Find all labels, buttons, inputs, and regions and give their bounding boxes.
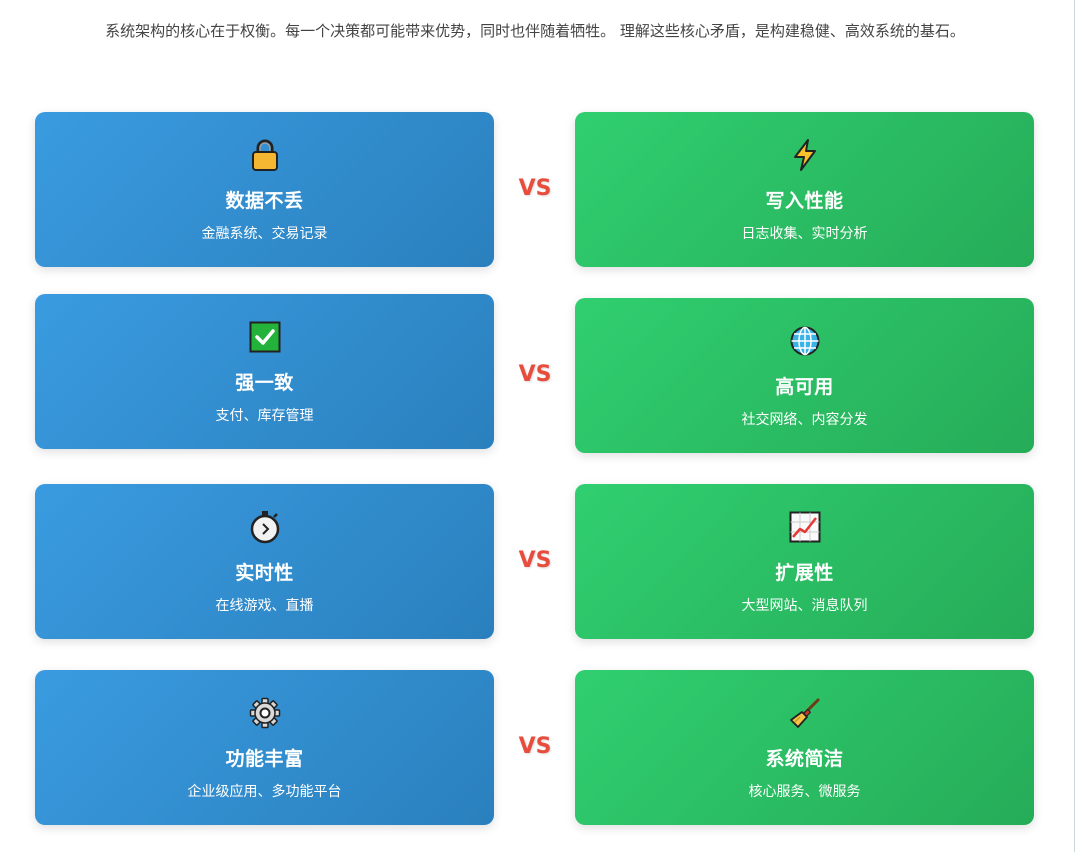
card-subtitle: 社交网络、内容分发 — [741, 412, 868, 428]
vs-label: VS — [518, 362, 552, 387]
vs-label: VS — [518, 734, 552, 759]
card-title: 实时性 — [235, 562, 294, 584]
tradeoff-card-scalability: 扩展性 大型网站、消息队列 — [575, 484, 1034, 639]
tradeoff-card-high-availability: 高可用 社交网络、内容分发 — [575, 298, 1034, 453]
card-subtitle: 日志收集、实时分析 — [741, 226, 868, 242]
tradeoff-card-write-performance: 写入性能 日志收集、实时分析 — [575, 112, 1034, 267]
tradeoff-card-feature-rich: 功能丰富 企业级应用、多功能平台 — [35, 670, 494, 825]
card-subtitle: 金融系统、交易记录 — [201, 226, 328, 242]
chart-increasing-icon — [575, 510, 1034, 544]
card-subtitle: 在线游戏、直播 — [215, 598, 314, 614]
globe-icon — [575, 324, 1034, 358]
card-subtitle: 企业级应用、多功能平台 — [187, 784, 342, 800]
card-title: 强一致 — [235, 372, 294, 394]
vs-label: VS — [518, 548, 552, 573]
stopwatch-icon — [35, 510, 494, 544]
intro-text: 系统架构的核心在于权衡。每一个决策都可能带来优势，同时也伴随着牺牲。 理解这些核… — [105, 22, 965, 40]
lock-icon — [35, 138, 494, 172]
tradeoff-card-simplicity: 系统简洁 核心服务、微服务 — [575, 670, 1034, 825]
card-subtitle: 支付、库存管理 — [215, 408, 314, 424]
card-title: 数据不丢 — [225, 190, 304, 212]
card-title: 系统简洁 — [765, 748, 844, 770]
gear-icon — [35, 696, 494, 730]
lightning-icon — [575, 138, 1034, 172]
card-title: 扩展性 — [775, 562, 834, 584]
tradeoff-card-data-durability: 数据不丢 金融系统、交易记录 — [35, 112, 494, 267]
tradeoff-card-strong-consistency: 强一致 支付、库存管理 — [35, 294, 494, 449]
card-title: 功能丰富 — [225, 748, 304, 770]
vs-label: VS — [518, 176, 552, 201]
card-subtitle: 大型网站、消息队列 — [741, 598, 868, 614]
card-title: 高可用 — [775, 376, 834, 398]
card-subtitle: 核心服务、微服务 — [748, 784, 861, 800]
check-mark-icon — [35, 320, 494, 354]
tradeoff-card-real-time: 实时性 在线游戏、直播 — [35, 484, 494, 639]
page-edge-divider — [1074, 0, 1075, 852]
card-title: 写入性能 — [765, 190, 844, 212]
broom-icon — [575, 696, 1034, 730]
